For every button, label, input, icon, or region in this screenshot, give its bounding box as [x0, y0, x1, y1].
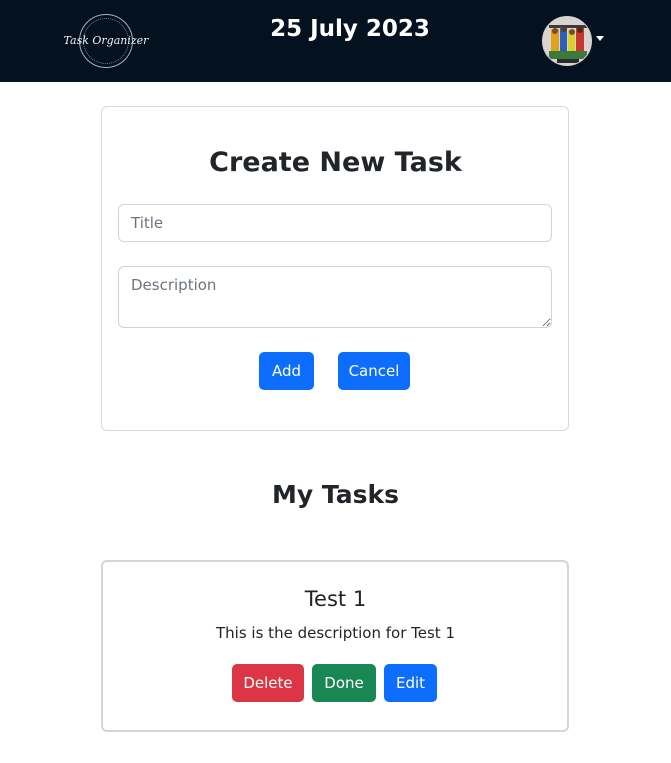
user-avatar[interactable]	[542, 16, 592, 66]
current-date: 25 July 2023	[270, 16, 430, 42]
edit-button[interactable]: Edit	[384, 664, 437, 702]
task-description: This is the description for Test 1	[216, 624, 455, 642]
delete-button[interactable]: Delete	[232, 664, 304, 702]
caret-down-icon[interactable]	[596, 36, 604, 41]
task-title: Test 1	[304, 587, 367, 611]
cancel-button[interactable]: Cancel	[338, 352, 410, 390]
done-button[interactable]: Done	[312, 664, 376, 702]
logo-text: Task Organizer	[63, 34, 149, 47]
create-task-heading: Create New Task	[209, 147, 462, 178]
task-card	[101, 560, 569, 732]
app-logo[interactable]: Task Organizer	[63, 14, 149, 70]
top-navbar: Task Organizer 25 July 2023	[0, 0, 671, 82]
my-tasks-heading: My Tasks	[272, 480, 399, 509]
task-title-input[interactable]	[118, 204, 552, 242]
task-description-input[interactable]	[118, 266, 552, 328]
add-button[interactable]: Add	[259, 352, 314, 390]
avatar-image	[543, 17, 591, 65]
